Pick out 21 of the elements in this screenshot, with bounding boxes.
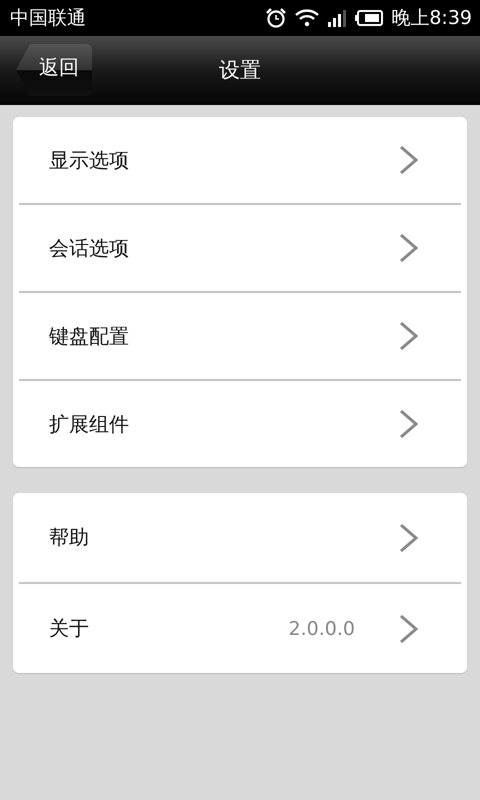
settings-item[interactable]: 扩展组件 [19, 381, 461, 467]
settings-item[interactable]: 关于 2.0.0.0 [19, 584, 461, 673]
chevron-icon [399, 409, 419, 439]
chevron-icon [399, 522, 419, 552]
chevron-icon [399, 321, 419, 351]
settings-item[interactable]: 会话选项 [19, 205, 461, 291]
back-button[interactable]: 返回 [16, 44, 92, 96]
chevron-icon [399, 614, 419, 644]
version-text: 2.0.0.0 [288, 618, 355, 640]
signal-icon [327, 9, 348, 27]
settings-item[interactable]: 显示选项 [19, 117, 461, 203]
wifi-icon [295, 9, 320, 27]
battery-icon [355, 10, 384, 26]
alarm-icon [265, 8, 288, 28]
chevron-icon [399, 233, 419, 263]
settings-item[interactable]: 键盘配置 [19, 293, 461, 379]
chevron-icon [399, 145, 419, 175]
clock-time: 晚上8:39 [391, 6, 472, 31]
settings-item[interactable]: 帮助 [19, 493, 461, 582]
page-title: 设置 [218, 57, 262, 84]
carrier-name: 中国联通 [10, 6, 86, 31]
